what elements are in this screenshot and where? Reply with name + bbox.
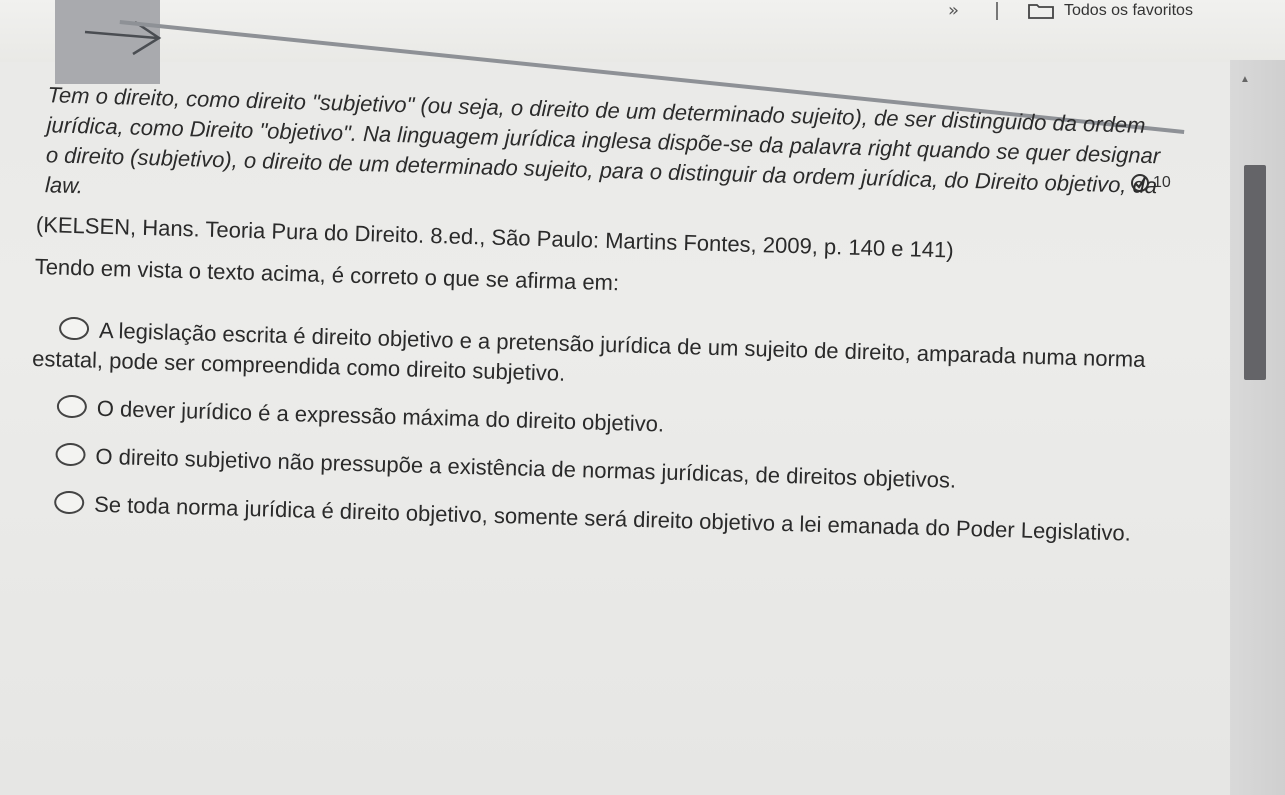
all-bookmarks-button[interactable]: Todos os favoritos — [1028, 2, 1193, 20]
radio-button-icon[interactable] — [55, 442, 86, 467]
toolbar-separator — [996, 2, 998, 20]
all-bookmarks-label: Todos os favoritos — [1064, 2, 1193, 19]
question-statement: Tem o direito, como direito "subjetivo" … — [44, 82, 1161, 199]
scroll-up-arrow-icon[interactable]: ▲ — [1240, 74, 1250, 85]
radio-button-icon[interactable] — [58, 316, 90, 341]
question-content: Tem o direito, como direito "subjetivo" … — [27, 80, 1199, 568]
radio-button-icon[interactable] — [53, 490, 85, 515]
scrollbar-thumb[interactable] — [1244, 165, 1266, 380]
folder-icon — [1028, 4, 1054, 19]
answer-option-label: A legislação escrita é direito objetivo … — [31, 317, 1146, 386]
more-bookmarks-chevron-icon[interactable]: » — [948, 0, 959, 21]
back-button[interactable] — [55, 0, 162, 84]
answer-option-label: Se toda norma jurídica é direito objetiv… — [93, 491, 1132, 546]
answer-option-label: O direito subjetivo não pressupõe a exis… — [95, 443, 957, 493]
answer-option-a[interactable]: A legislação escrita é direito objetivo … — [32, 314, 1193, 406]
answer-option-label: O dever jurídico é a expressão máxima do… — [96, 395, 665, 437]
answer-options: A legislação escrita é direito objetivo … — [28, 314, 1193, 550]
radio-button-icon[interactable] — [56, 394, 88, 419]
